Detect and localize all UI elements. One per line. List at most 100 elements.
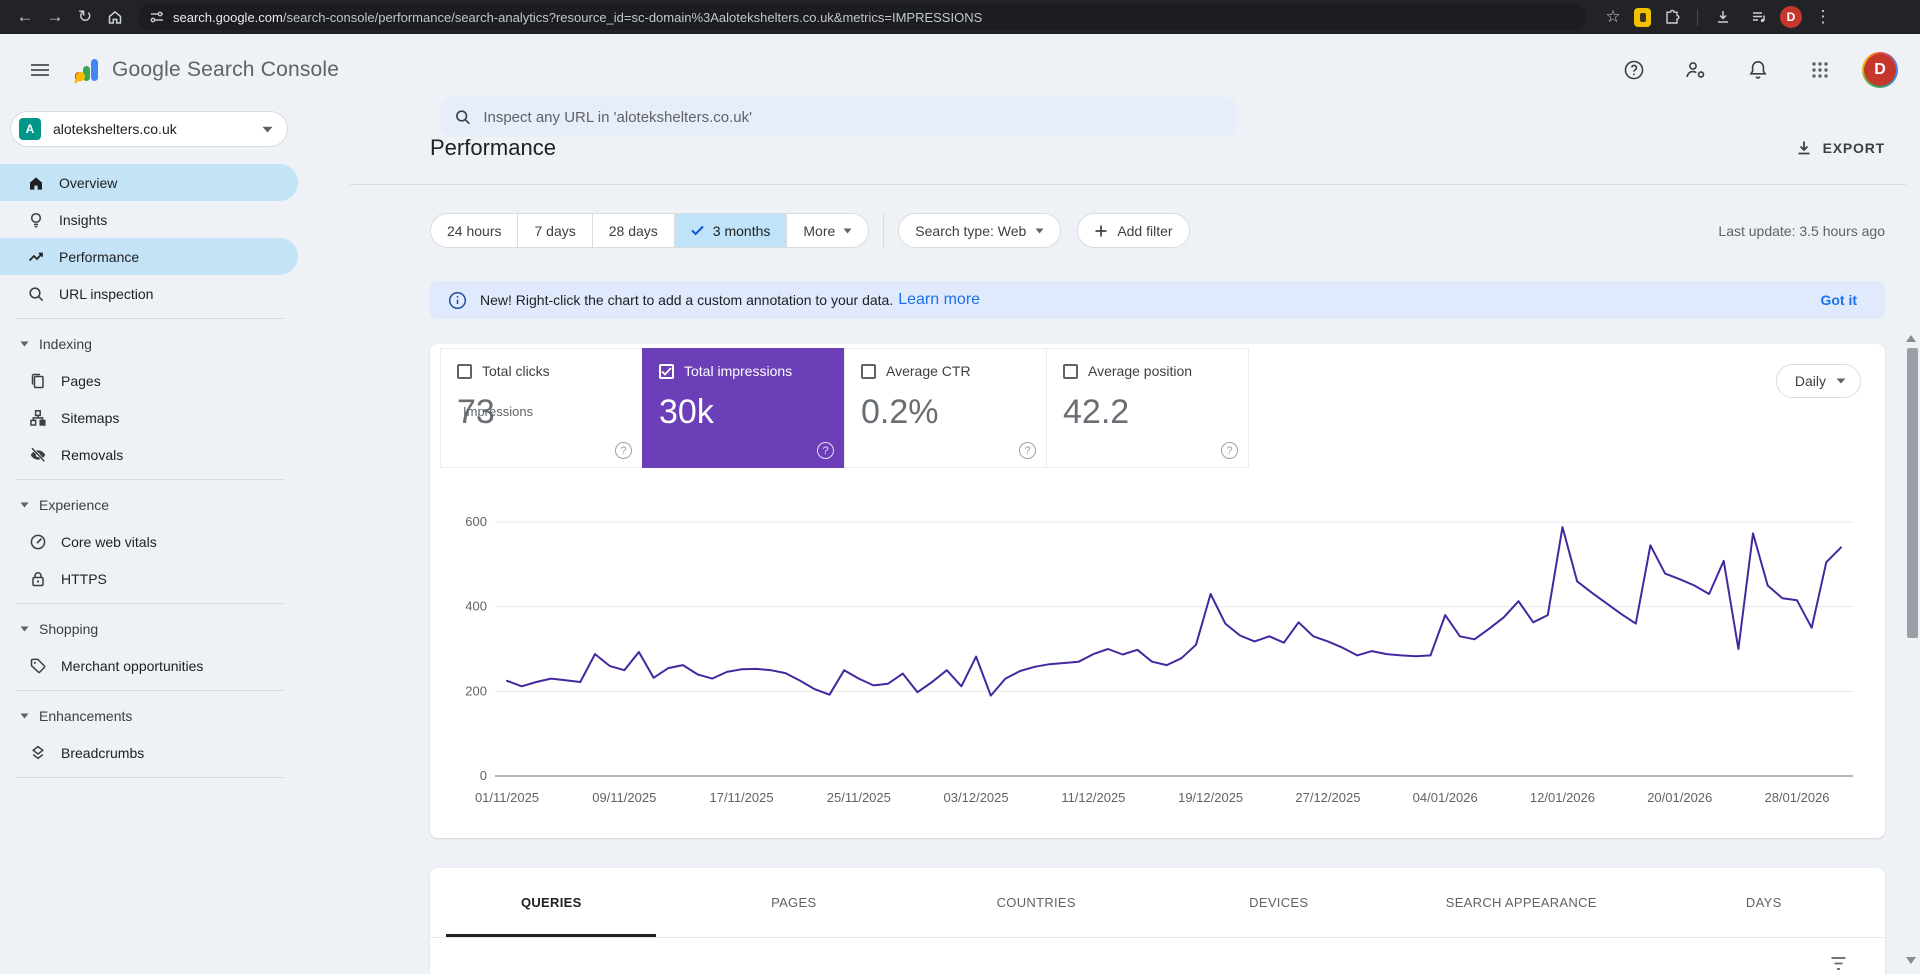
sidebar-item-merchant-opportunities[interactable]: Merchant opportunities: [0, 647, 300, 684]
forward-icon[interactable]: →: [40, 3, 70, 31]
back-icon[interactable]: ←: [10, 3, 40, 31]
lock-icon: [28, 570, 48, 588]
chevron-down-icon: [20, 626, 29, 632]
reload-icon[interactable]: ↻: [70, 3, 100, 31]
property-selector[interactable]: A alotekshelters.co.uk: [10, 111, 288, 147]
layers-icon: [28, 744, 48, 762]
sidebar-group-enhancements[interactable]: Enhancements: [0, 697, 300, 734]
help-icon[interactable]: ?: [1019, 442, 1036, 459]
filter-bar: 24 hours 7 days 28 days 3 months More Se…: [430, 213, 1885, 248]
range-3-months[interactable]: 3 months: [675, 214, 788, 247]
browser-menu-icon[interactable]: ⋮: [1808, 3, 1838, 31]
sidebar-item-pages[interactable]: Pages: [0, 362, 300, 399]
tab-search-appearance[interactable]: SEARCH APPEARANCE: [1400, 868, 1643, 937]
bookmark-star-icon[interactable]: ☆: [1598, 3, 1628, 31]
metric-tiles: Total clicks 73 ? Total impressions 30k …: [440, 348, 1249, 468]
checkbox-unchecked-icon[interactable]: [457, 364, 472, 379]
range-24-hours[interactable]: 24 hours: [431, 214, 518, 247]
scrollbar-down-arrow[interactable]: [1906, 957, 1916, 964]
sidebar-group-indexing[interactable]: Indexing: [0, 325, 300, 362]
home-icon[interactable]: [100, 3, 130, 31]
scrollbar-thumb[interactable]: [1907, 348, 1918, 638]
granularity-dropdown[interactable]: Daily: [1776, 364, 1861, 398]
range-more[interactable]: More: [787, 214, 868, 247]
address-bar[interactable]: search.google.com/search-console/perform…: [138, 4, 1586, 30]
sidebar-item-performance[interactable]: Performance: [0, 238, 298, 275]
tab-queries[interactable]: QUERIES: [430, 868, 673, 937]
svg-text:0: 0: [480, 768, 487, 783]
export-button[interactable]: EXPORT: [1795, 139, 1885, 157]
account-avatar[interactable]: D: [1862, 52, 1898, 88]
checkbox-unchecked-icon[interactable]: [861, 364, 876, 379]
sidebar-item-removals[interactable]: Removals: [0, 436, 300, 473]
help-icon[interactable]: [1614, 50, 1654, 90]
sidebar-item-insights[interactable]: Insights: [0, 201, 300, 238]
page-title: Performance: [430, 135, 556, 161]
help-icon[interactable]: ?: [615, 442, 632, 459]
sidebar-item-label: HTTPS: [61, 571, 107, 587]
sidebar-item-label: Merchant opportunities: [61, 658, 203, 674]
metric-average-ctr[interactable]: Average CTR 0.2% ?: [844, 348, 1047, 468]
checkbox-checked-icon[interactable]: [659, 364, 674, 379]
metric-total-impressions[interactable]: Total impressions 30k ?: [642, 348, 845, 468]
metric-average-position[interactable]: Average position 42.2 ?: [1046, 348, 1249, 468]
manage-users-icon[interactable]: [1676, 50, 1716, 90]
learn-more-link[interactable]: Learn more: [898, 291, 980, 309]
scrollbar-up-arrow[interactable]: [1906, 335, 1916, 342]
site-settings-icon[interactable]: [150, 10, 164, 24]
tab-days[interactable]: DAYS: [1643, 868, 1886, 937]
banner-text: New! Right-click the chart to add a cust…: [480, 292, 893, 308]
gsc-logo[interactable]: Google Search Console: [74, 56, 339, 84]
sitemap-icon: [28, 409, 48, 427]
notifications-bell-icon[interactable]: [1738, 50, 1778, 90]
extensions-puzzle-icon[interactable]: [1657, 3, 1687, 31]
chevron-down-icon: [262, 126, 273, 133]
sidebar-item-core-web-vitals[interactable]: Core web vitals: [0, 523, 300, 560]
dimension-tabs: QUERIES PAGES COUNTRIES DEVICES SEARCH A…: [430, 868, 1885, 938]
sidebar-item-sitemaps[interactable]: Sitemaps: [0, 399, 300, 436]
google-apps-grid-icon[interactable]: [1800, 50, 1840, 90]
help-icon[interactable]: ?: [1221, 442, 1238, 459]
search-type-chip[interactable]: Search type: Web: [898, 213, 1061, 248]
hamburger-menu-icon[interactable]: [20, 50, 60, 90]
plus-icon: [1094, 224, 1108, 238]
sidebar-item-overview[interactable]: Overview: [0, 164, 298, 201]
media-controls-icon[interactable]: [1744, 3, 1774, 31]
impressions-chart[interactable]: 600400200001/11/202509/11/202517/11/2025…: [445, 504, 1865, 816]
sidebar-item-label: Sitemaps: [61, 410, 119, 426]
help-icon[interactable]: ?: [817, 442, 834, 459]
filter-separator: [883, 214, 884, 248]
tab-devices[interactable]: DEVICES: [1158, 868, 1401, 937]
tab-pages[interactable]: PAGES: [673, 868, 916, 937]
range-28-days[interactable]: 28 days: [593, 214, 675, 247]
sidebar-item-breadcrumbs[interactable]: Breadcrumbs: [0, 734, 300, 771]
tab-countries[interactable]: COUNTRIES: [915, 868, 1158, 937]
svg-text:01/11/2025: 01/11/2025: [475, 790, 539, 805]
svg-text:20/01/2026: 20/01/2026: [1647, 790, 1712, 805]
info-icon: [448, 291, 467, 310]
filter-list-icon[interactable]: [1830, 956, 1847, 971]
last-update-text: Last update: 3.5 hours ago: [1718, 223, 1885, 239]
svg-text:11/12/2025: 11/12/2025: [1061, 790, 1125, 805]
browser-profile-avatar[interactable]: D: [1780, 6, 1802, 28]
sidebar-group-shopping[interactable]: Shopping: [0, 610, 300, 647]
sidebar-group-experience[interactable]: Experience: [0, 486, 300, 523]
sidebar-item-label: Overview: [59, 175, 117, 191]
svg-text:12/01/2026: 12/01/2026: [1530, 790, 1595, 805]
svg-text:27/12/2025: 27/12/2025: [1295, 790, 1360, 805]
yellow-extension-icon[interactable]: [1634, 8, 1651, 27]
range-7-days[interactable]: 7 days: [518, 214, 592, 247]
sidebar-group-label: Indexing: [39, 336, 92, 352]
sidebar-divider: [16, 318, 284, 319]
add-filter-chip[interactable]: Add filter: [1077, 213, 1189, 248]
sidebar-item-url-inspection[interactable]: URL inspection: [0, 275, 300, 312]
got-it-button[interactable]: Got it: [1810, 286, 1867, 314]
downloads-icon[interactable]: [1708, 3, 1738, 31]
checkbox-unchecked-icon[interactable]: [1063, 364, 1078, 379]
chevron-down-icon: [20, 502, 29, 508]
browser-toolbar: ← → ↻ search.google.com/search-console/p…: [0, 0, 1920, 34]
chevron-down-icon: [1035, 228, 1044, 234]
sidebar-divider: [16, 603, 284, 604]
svg-text:04/01/2026: 04/01/2026: [1413, 790, 1478, 805]
sidebar-item-https[interactable]: HTTPS: [0, 560, 300, 597]
